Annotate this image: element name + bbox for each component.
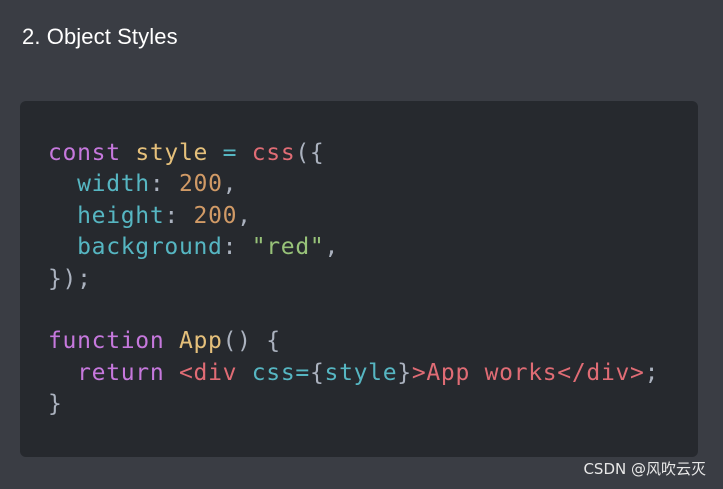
code-token-punct: ({ (295, 140, 325, 166)
code-token-punct: { (309, 359, 325, 386)
code-token-punct: , (222, 171, 238, 198)
code-token-attr: css (251, 359, 296, 386)
code-token-keyword: function (48, 328, 165, 355)
code-token-punct (48, 234, 77, 260)
code-token-punct: , (237, 202, 252, 229)
code-token-punct: : (149, 171, 179, 198)
code-token-punct: ; (644, 359, 660, 386)
code-token-op: = (208, 140, 252, 166)
code-token-punct: : (164, 202, 194, 229)
code-line: }); (48, 264, 659, 295)
code-token-punct: } (48, 391, 63, 418)
code-token-punct (164, 360, 179, 386)
code-token-punct (237, 360, 252, 386)
code-token-punct: () { (222, 328, 281, 355)
code-token-op: = (295, 359, 310, 386)
code-token-tag: <div (178, 359, 238, 386)
code-token-str: "red" (251, 234, 325, 261)
code-token-punct (48, 360, 77, 386)
code-line: const style = css({ (48, 138, 659, 169)
code-token-punct (48, 203, 77, 229)
code-token-prop: background (77, 234, 223, 261)
watermark: CSDN @风吹云灭 (583, 460, 706, 478)
code-line: width: 200, (48, 169, 659, 200)
code-token-num: 200 (193, 202, 238, 229)
code-token-prop: width (77, 171, 150, 198)
code-token-ident: style (135, 140, 209, 166)
code-token-keyword: const (48, 140, 121, 166)
code-line: function App() { (48, 326, 659, 357)
section-heading: 2. Object Styles (22, 24, 178, 49)
code-token-text: >App works</div> (411, 359, 645, 386)
code-token-punct (121, 140, 136, 166)
code-block: const style = css({ width: 200, height: … (48, 138, 659, 421)
code-token-prop: height (77, 202, 165, 229)
code-token-punct: : (222, 234, 252, 261)
code-line: height: 200, (48, 201, 659, 232)
code-token-punct: } (397, 359, 412, 386)
code-token-keyword: return (77, 359, 165, 386)
code-token-punct: , (324, 234, 340, 261)
code-token-func: App (178, 328, 223, 355)
code-token-num: 200 (178, 171, 223, 198)
code-token-punct (164, 328, 179, 354)
code-line: background: "red", (48, 232, 659, 263)
code-token-attr: style (324, 359, 398, 386)
code-token-punct: }); (48, 265, 92, 292)
code-token-call: css (251, 140, 296, 166)
code-token-punct (48, 171, 77, 197)
code-line: return <div css={style}>App works</div>; (48, 358, 659, 389)
code-line: } (48, 389, 659, 420)
